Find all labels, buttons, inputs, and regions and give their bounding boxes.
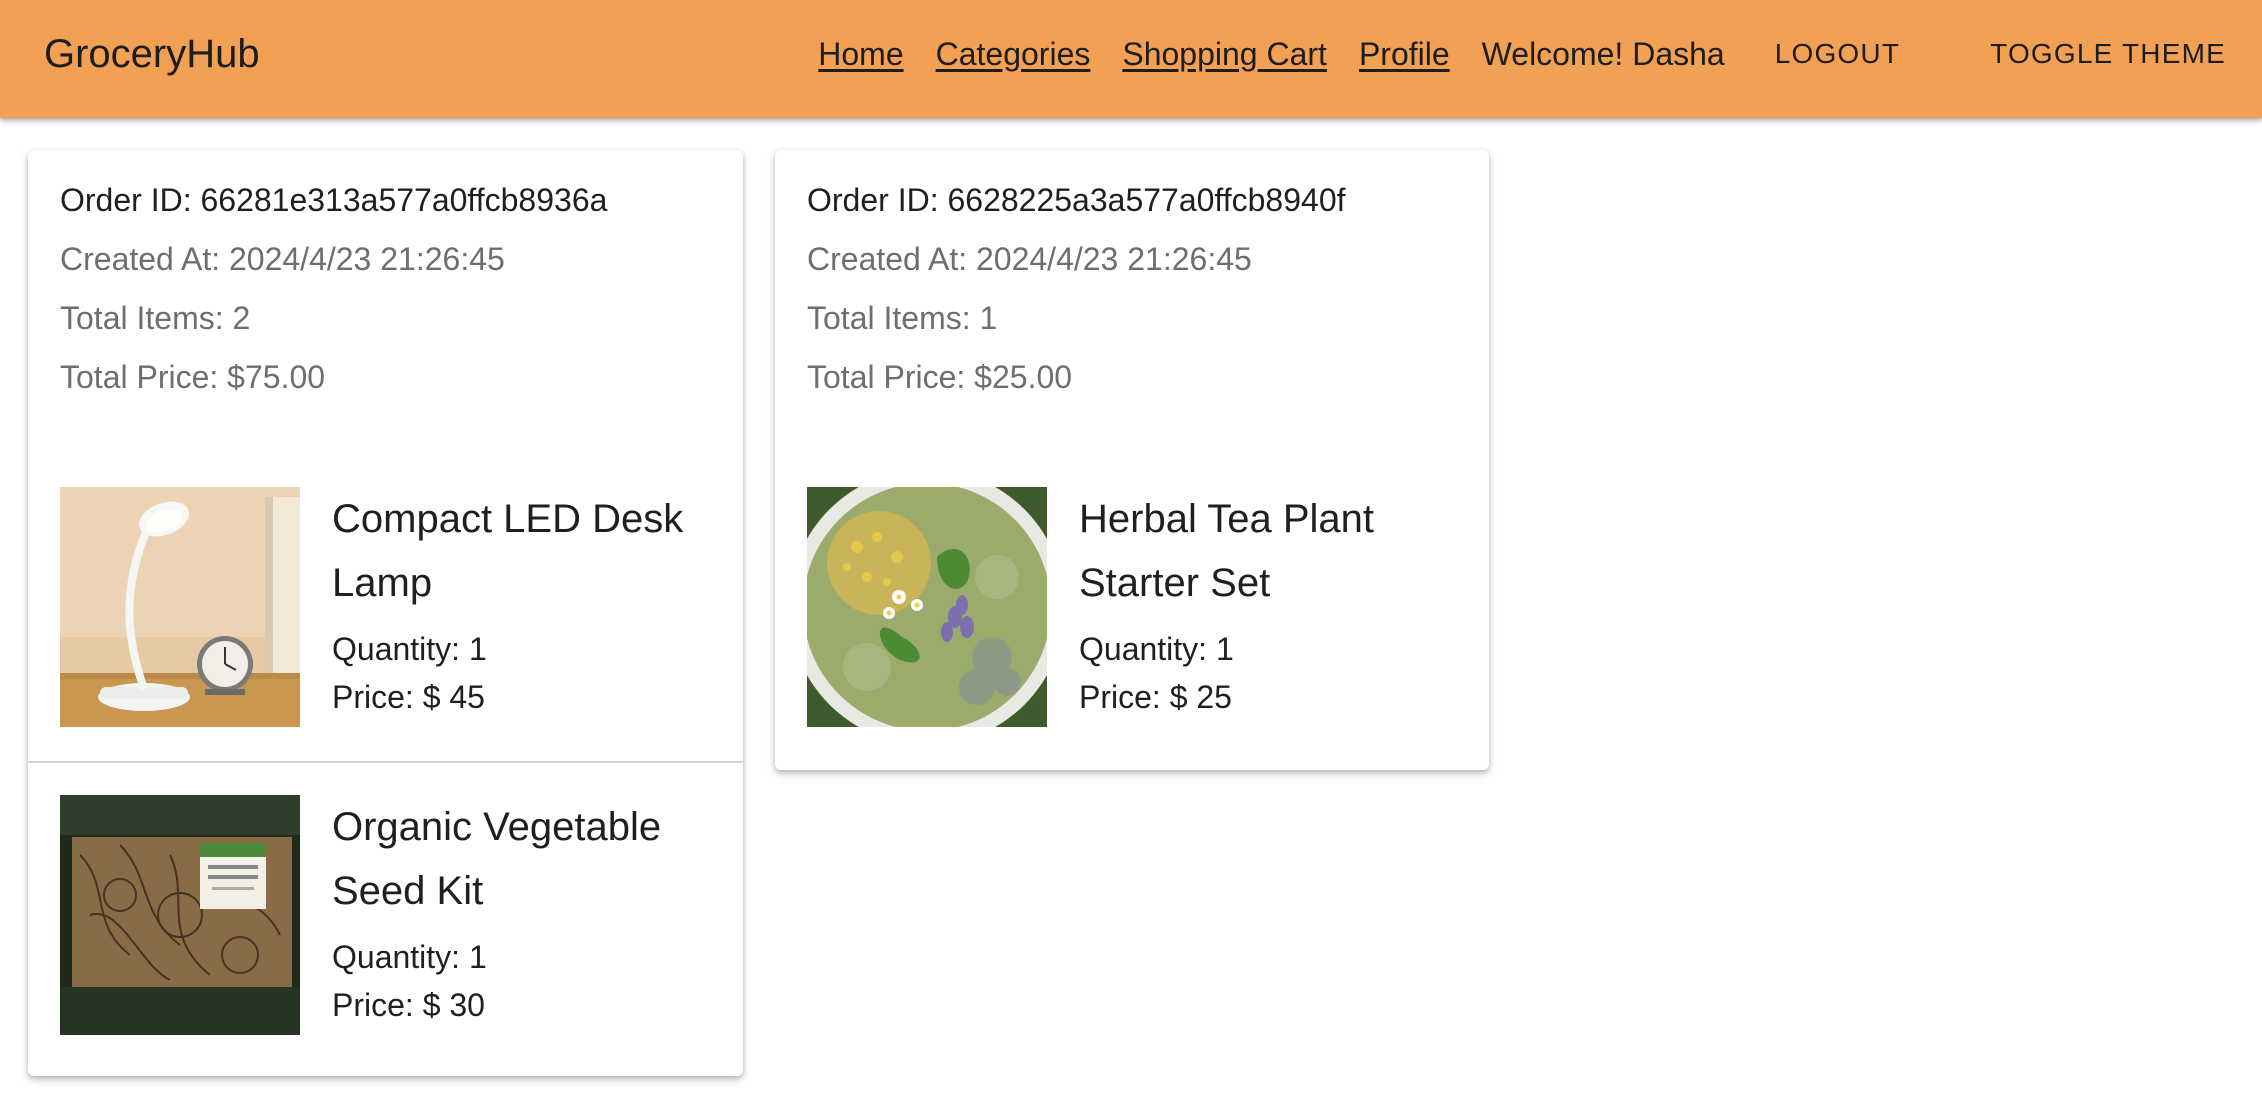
item-details: Organic Vegetable Seed Kit Quantity: 1 P… xyxy=(332,795,719,1029)
item-quantity: Quantity: 1 xyxy=(332,939,487,975)
order-total-price: Total Price: $75.00 xyxy=(60,359,326,395)
item-details: Compact LED Desk Lamp Quantity: 1 Price:… xyxy=(332,487,719,721)
brand-logo[interactable]: GroceryHub xyxy=(44,0,260,108)
item-name: Compact LED Desk Lamp xyxy=(332,497,684,605)
item-name: Organic Vegetable Seed Kit xyxy=(332,805,662,913)
app-bar: GroceryHub Home Categories Shopping Cart… xyxy=(0,0,2262,118)
order-created-at: Created At: 2024/4/23 21:26:45 xyxy=(807,241,1252,277)
order-total-items: Total Items: 2 xyxy=(60,300,251,336)
order-item: Herbal Tea Plant Starter Set Quantity: 1… xyxy=(775,455,1489,761)
desk-lamp-image xyxy=(60,487,300,727)
order-total-items: Total Items: 1 xyxy=(807,300,998,336)
herbal-tea-image xyxy=(807,487,1047,727)
nav-link-shopping-cart[interactable]: Shopping Cart xyxy=(1122,36,1327,73)
welcome-message: Welcome! Dasha xyxy=(1481,35,1725,72)
item-price: Price: $ 25 xyxy=(1079,679,1232,715)
toggle-theme-button[interactable]: TOGGLE THEME xyxy=(1972,28,2244,80)
item-name: Herbal Tea Plant Starter Set xyxy=(1079,497,1374,605)
item-quantity: Quantity: 1 xyxy=(332,631,487,667)
logout-button[interactable]: LOGOUT xyxy=(1757,28,1918,80)
order-total-price: Total Price: $25.00 xyxy=(807,359,1073,395)
nav-link-home[interactable]: Home xyxy=(818,36,903,73)
nav-link-categories[interactable]: Categories xyxy=(936,36,1091,73)
order-summary: Order ID: 66281e313a577a0ffcb8936a Creat… xyxy=(28,150,743,455)
order-card: Order ID: 66281e313a577a0ffcb8936a Creat… xyxy=(28,150,743,1076)
order-item: Compact LED Desk Lamp Quantity: 1 Price:… xyxy=(28,455,743,761)
order-summary: Order ID: 6628225a3a577a0ffcb8940f Creat… xyxy=(775,150,1489,455)
order-item: Organic Vegetable Seed Kit Quantity: 1 P… xyxy=(28,761,743,1067)
order-id: Order ID: 66281e313a577a0ffcb8936a xyxy=(60,182,608,218)
top-nav: Home Categories Shopping Cart Profile We… xyxy=(818,0,2262,108)
item-details: Herbal Tea Plant Starter Set Quantity: 1… xyxy=(1079,487,1465,721)
item-price: Price: $ 30 xyxy=(332,987,485,1023)
item-price: Price: $ 45 xyxy=(332,679,485,715)
nav-link-profile[interactable]: Profile xyxy=(1359,36,1450,73)
order-card: Order ID: 6628225a3a577a0ffcb8940f Creat… xyxy=(775,150,1489,770)
item-quantity: Quantity: 1 xyxy=(1079,631,1234,667)
seed-kit-image xyxy=(60,795,300,1035)
order-created-at: Created At: 2024/4/23 21:26:45 xyxy=(60,241,505,277)
order-id: Order ID: 6628225a3a577a0ffcb8940f xyxy=(807,182,1346,218)
